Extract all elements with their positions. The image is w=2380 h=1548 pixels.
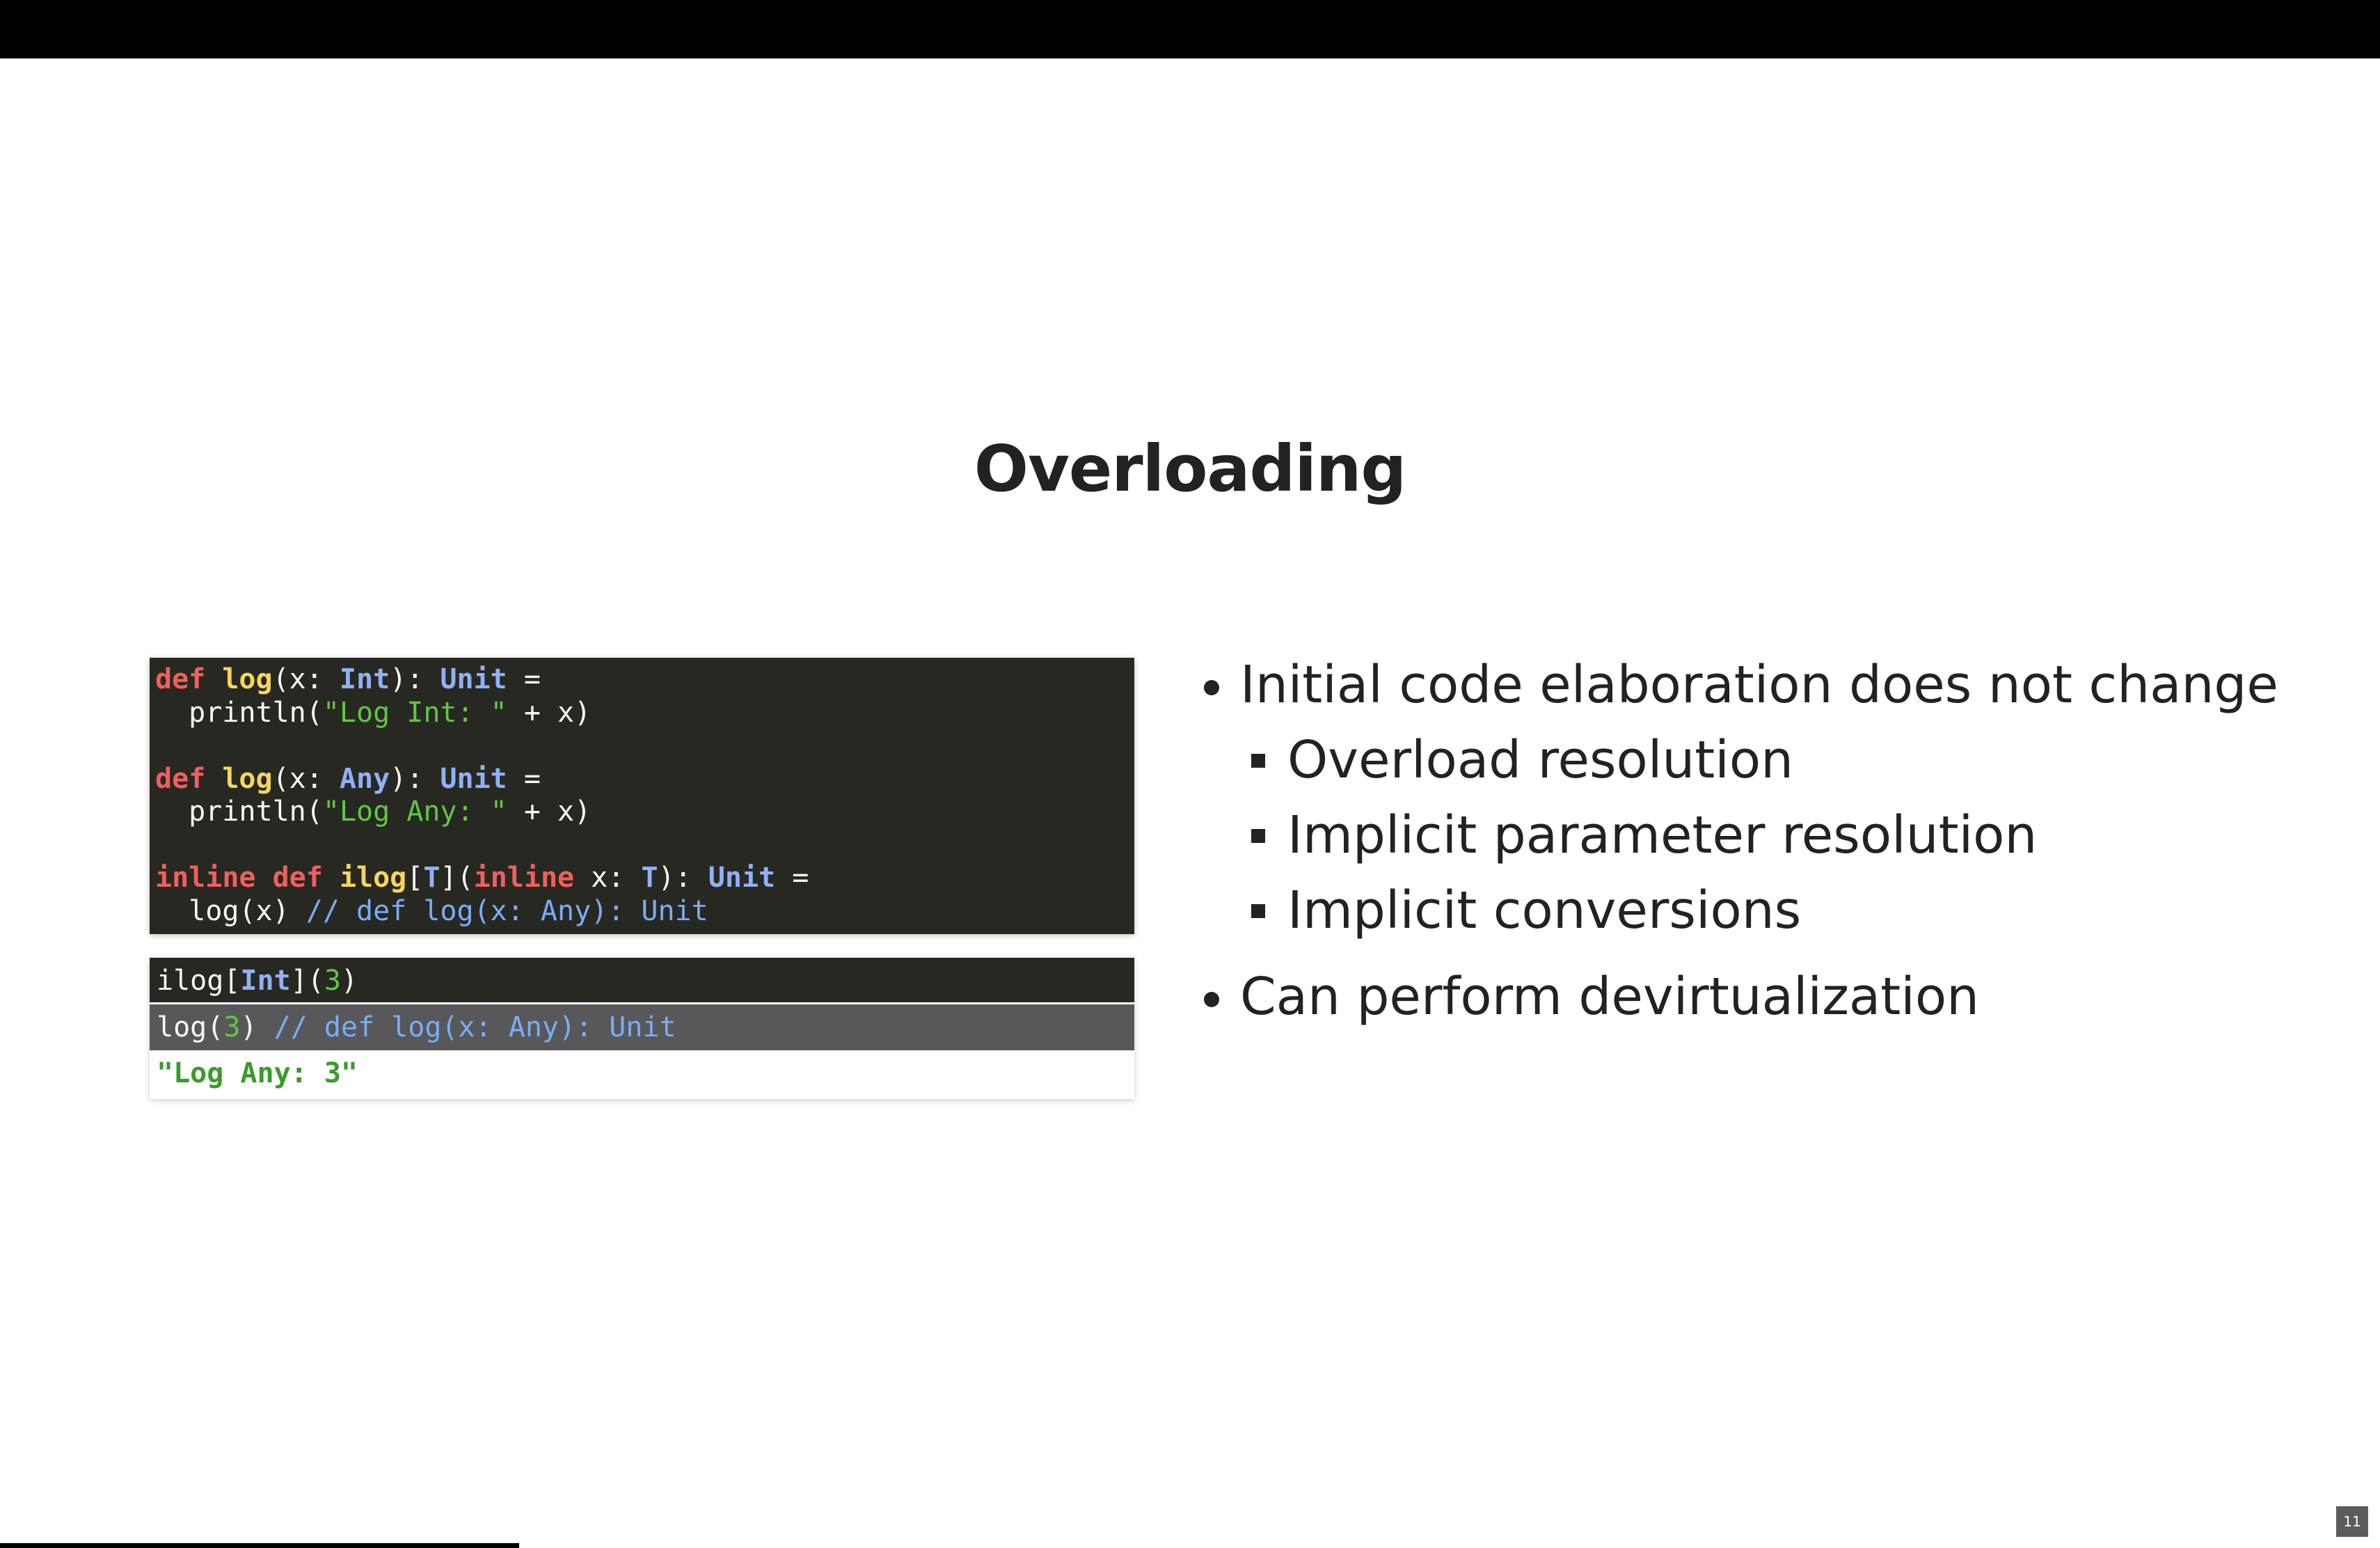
code-comment: // def log(x: Any): Unit — [273, 1011, 676, 1043]
keyword: def — [155, 762, 206, 795]
function-name: ilog — [339, 862, 407, 894]
sub-bullet-text: Overload resolution — [1287, 730, 1794, 790]
code-text: ]( — [440, 862, 474, 894]
code-text: ) — [340, 965, 358, 997]
code-text: = — [507, 663, 541, 695]
type-name: Unit — [440, 762, 507, 795]
type-name: Unit — [708, 862, 776, 894]
keyword: def — [155, 663, 206, 695]
code-text: (x: — [272, 663, 340, 695]
type-name: Unit — [440, 663, 507, 695]
type-name: T — [423, 862, 441, 894]
bullet-text: Can perform devirtualization — [1240, 967, 1980, 1027]
evaluation-output: "Log Any: 3" — [150, 1050, 1134, 1099]
bullet-square-icon — [1251, 754, 1265, 768]
bullet-text: Initial code elaboration does not change — [1240, 655, 2278, 715]
code-comment: // def log(x: Any): Unit — [306, 894, 708, 927]
keyword: inline — [473, 862, 575, 894]
code-line-5: inline def ilog[T](inline x: T): Unit = — [155, 862, 1134, 895]
code-text: (x: — [272, 762, 340, 795]
code-text: ) — [240, 1011, 274, 1043]
code-line-2: println("Log Int: " + x) — [155, 697, 1134, 730]
top-bar — [0, 0, 2380, 58]
code-line-4: println("Log Any: " + x) — [155, 796, 1134, 829]
bullet-list: Initial code elaboration does not change… — [1197, 647, 2345, 1034]
type-name: Any — [339, 762, 390, 795]
code-line-6: log(x) // def log(x: Any): Unit — [155, 895, 1134, 929]
number-literal: 3 — [223, 1011, 241, 1043]
bullet-square-icon — [1251, 904, 1265, 918]
type-name: T — [641, 862, 658, 894]
evaluation-expansion: log(3) // def log(x: Any): Unit — [150, 1004, 1134, 1050]
number-literal: 3 — [324, 965, 341, 997]
code-text: [ — [406, 862, 424, 894]
code-text: log( — [157, 1011, 224, 1043]
evaluation-input: ilog[Int](3) — [150, 958, 1134, 1004]
code-text: ): — [390, 762, 441, 795]
code-line-1: def log(x: Int): Unit = — [155, 663, 1134, 697]
bullet-square-icon — [1251, 829, 1265, 843]
code-text: log(x) — [155, 894, 306, 927]
bullet-dot-icon — [1204, 680, 1219, 695]
type-name: Int — [339, 663, 390, 695]
code-text: + x) — [507, 696, 592, 729]
bullet-item: Initial code elaboration does not change — [1197, 647, 2345, 722]
keyword: inline — [155, 862, 256, 894]
function-name: log — [222, 663, 273, 695]
string-literal: "Log Int: " — [322, 696, 507, 729]
bullet-dot-icon — [1204, 992, 1219, 1007]
sub-bullet-text: Implicit parameter resolution — [1287, 805, 2038, 865]
code-text: println( — [155, 696, 323, 729]
type-name: Int — [240, 965, 291, 997]
slide-title: Overloading — [974, 432, 1407, 506]
code-text: ilog[ — [157, 965, 241, 997]
code-text: ]( — [290, 965, 324, 997]
code-text: x: — [574, 862, 642, 894]
sub-bullet-text: Implicit conversions — [1287, 880, 1802, 940]
code-text: + x) — [507, 796, 592, 828]
sub-bullet-item: Implicit conversions — [1197, 873, 2345, 948]
bullet-item: Can perform devirtualization — [1197, 959, 2345, 1034]
slide-progress-bar — [0, 1543, 519, 1548]
code-text: = — [775, 862, 809, 894]
page-number: 11 — [2336, 1506, 2368, 1537]
function-name: log — [222, 762, 273, 795]
string-literal: "Log Any: " — [322, 796, 507, 828]
code-text: = — [507, 762, 541, 795]
code-text: println( — [155, 796, 323, 828]
sub-bullet-item: Implicit parameter resolution — [1197, 798, 2345, 873]
keyword: def — [272, 862, 323, 894]
evaluation-block: ilog[Int](3) log(3) // def log(x: Any): … — [150, 958, 1134, 1099]
sub-bullet-item: Overload resolution — [1197, 722, 2345, 798]
code-text: ): — [390, 663, 441, 695]
code-text: ): — [658, 862, 708, 894]
code-block: def log(x: Int): Unit = println("Log Int… — [150, 658, 1134, 934]
code-line-3: def log(x: Any): Unit = — [155, 763, 1134, 796]
